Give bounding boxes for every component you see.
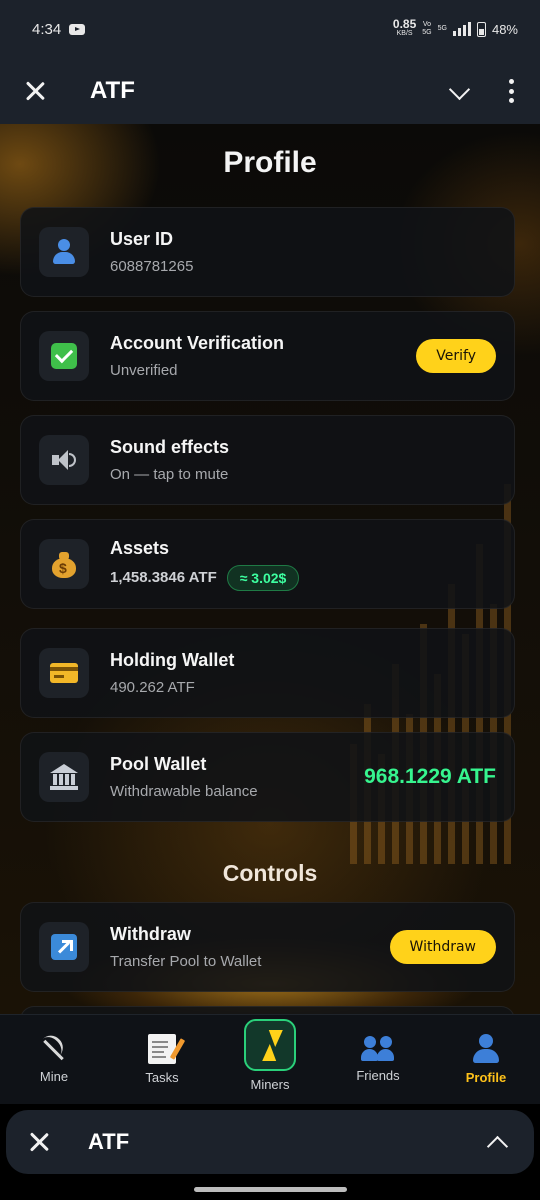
nav-label-miners: Miners xyxy=(250,1077,290,1092)
user-id-value: 6088781265 xyxy=(110,258,194,275)
verification-status: Unverified xyxy=(110,362,178,379)
net-speed: 0.85 KB/S xyxy=(392,17,417,38)
nav-item-friends[interactable]: Friends xyxy=(324,1015,432,1104)
status-time: 4:34 xyxy=(32,20,62,38)
network-type: 5G xyxy=(437,25,447,32)
verification-card: Account Verification Unverified Verify xyxy=(20,311,515,401)
credit-card-icon xyxy=(39,648,89,698)
sound-effects-label: Sound effects xyxy=(110,437,230,457)
memo-icon xyxy=(148,1034,176,1064)
minimized-app-bar[interactable]: ATF xyxy=(6,1110,534,1174)
chevron-down-icon[interactable] xyxy=(448,80,470,102)
assets-label: Assets xyxy=(110,537,170,558)
minimized-sheet-area: ATF xyxy=(0,1104,540,1200)
signal-icon xyxy=(452,22,471,36)
nav-label-tasks: Tasks xyxy=(145,1070,179,1085)
status-bar: 4:34 0.85 KB/S Vo 5G 5G 48% xyxy=(0,0,540,58)
pool-wallet-subtitle: Withdrawable balance xyxy=(110,783,258,800)
assets-usd-badge: ≈ 3.02$ xyxy=(226,564,300,591)
nav-item-miners[interactable]: Miners xyxy=(216,1015,324,1104)
nav-label-friends: Friends xyxy=(356,1068,400,1083)
app-title: ATF xyxy=(90,77,135,104)
profile-icon xyxy=(471,1034,501,1064)
more-menu-icon[interactable] xyxy=(508,79,514,103)
close-icon[interactable] xyxy=(26,1129,52,1155)
nav-label-mine: Mine xyxy=(39,1069,69,1084)
assets-value: 1,458.3846 ATF xyxy=(110,569,217,586)
volte-top: Vo xyxy=(422,21,432,28)
nav-item-mine[interactable]: Mine xyxy=(0,1015,108,1104)
pickaxe-icon xyxy=(40,1035,68,1063)
youtube-notification-icon xyxy=(69,23,86,35)
volte-bottom: 5G xyxy=(422,29,432,36)
profile-content[interactable]: Profile User ID 6088781265 Account Verif… xyxy=(0,124,540,1014)
user-id-label: User ID xyxy=(110,229,174,249)
page-title: Profile xyxy=(223,146,317,179)
up-right-arrow-icon xyxy=(39,922,89,972)
sound-effects-status: On — tap to mute xyxy=(110,466,229,483)
net-speed-value: 0.85 xyxy=(392,17,417,31)
pool-wallet-label: Pool Wallet xyxy=(110,754,207,774)
net-speed-unit: KB/S xyxy=(396,30,413,37)
verify-button[interactable]: Verify xyxy=(416,339,496,373)
holding-wallet-label: Holding Wallet xyxy=(110,650,235,670)
minimized-app-title: ATF xyxy=(88,1129,130,1154)
volte-indicator: Vo 5G xyxy=(422,21,431,37)
pool-wallet-amount: 968.1229 ATF xyxy=(364,765,496,788)
bottom-nav: Mine Tasks Miners Friends Profile xyxy=(0,1014,540,1104)
nav-item-tasks[interactable]: Tasks xyxy=(108,1015,216,1104)
next-control-card xyxy=(20,1006,515,1014)
withdraw-button[interactable]: Withdraw xyxy=(389,930,496,964)
user-id-card: User ID 6088781265 xyxy=(20,207,515,297)
holding-wallet-value: 490.262 ATF xyxy=(110,679,195,696)
check-mark-icon xyxy=(39,331,89,381)
nav-item-profile[interactable]: Profile xyxy=(432,1015,540,1104)
nav-label-profile: Profile xyxy=(465,1070,507,1085)
sound-effects-card[interactable]: Sound effects On — tap to mute xyxy=(20,415,515,505)
close-icon[interactable] xyxy=(22,78,48,104)
verification-label: Account Verification xyxy=(110,333,285,353)
friends-icon xyxy=(361,1036,395,1062)
money-bag-icon xyxy=(39,539,89,589)
controls-title: Controls xyxy=(222,860,318,886)
lightning-icon xyxy=(244,1019,296,1071)
app-bar: ATF xyxy=(0,58,540,124)
assets-card: Assets 1,458.3846 ATF ≈ 3.02$ xyxy=(20,519,515,609)
battery-level: 48% xyxy=(491,21,518,37)
bank-icon xyxy=(39,752,89,802)
user-icon xyxy=(39,227,89,277)
speaker-icon xyxy=(39,435,89,485)
pool-wallet-card: Pool Wallet Withdrawable balance 968.122… xyxy=(20,732,515,822)
battery-icon xyxy=(476,21,486,37)
withdraw-card: Withdraw Transfer Pool to Wallet Withdra… xyxy=(20,902,515,992)
withdraw-label: Withdraw xyxy=(110,924,191,944)
withdraw-subtitle: Transfer Pool to Wallet xyxy=(110,953,262,970)
status-icons: 0.85 KB/S Vo 5G 5G 48% xyxy=(392,17,518,38)
holding-wallet-card: Holding Wallet 490.262 ATF xyxy=(20,628,515,718)
home-indicator[interactable] xyxy=(194,1187,347,1192)
chevron-up-icon[interactable] xyxy=(486,1131,508,1153)
